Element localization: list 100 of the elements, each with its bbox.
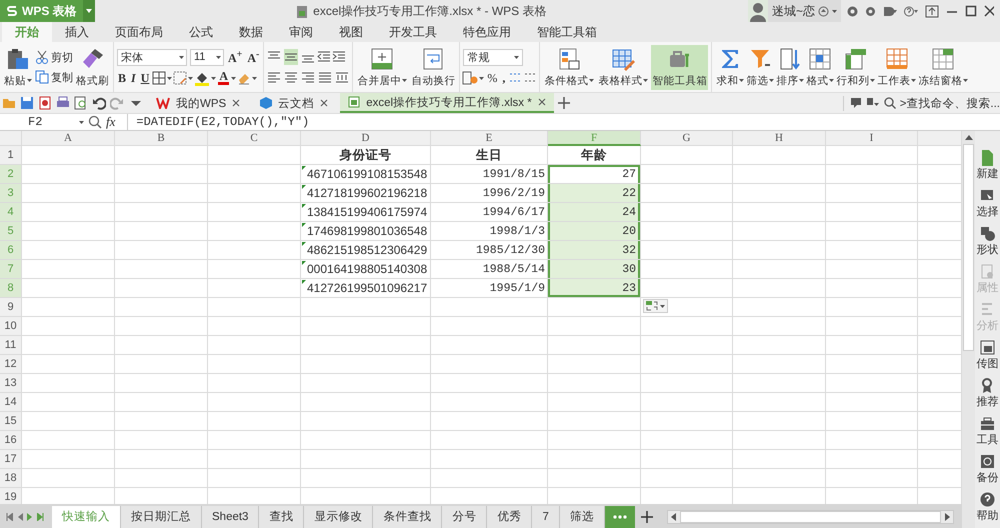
- row-header[interactable]: 16: [0, 431, 22, 450]
- caret-icon[interactable]: [167, 76, 172, 80]
- caret-icon[interactable]: [514, 56, 520, 58]
- caret-icon[interactable]: [643, 79, 648, 82]
- comma-style-button[interactable]: ,: [501, 70, 506, 86]
- close-icon[interactable]: [538, 98, 546, 106]
- column-header[interactable]: G: [641, 131, 733, 146]
- sheet-tab[interactable]: 显示修改: [304, 506, 374, 528]
- sheet-tab[interactable]: 条件查找: [373, 506, 442, 528]
- new-button[interactable]: 新建: [976, 149, 998, 180]
- cut-button[interactable]: 剪切: [35, 50, 73, 64]
- sort-button[interactable]: 排序: [775, 44, 806, 90]
- backup-button[interactable]: 备份: [976, 453, 998, 484]
- help-button[interactable]: 帮助: [976, 491, 998, 522]
- caret-icon[interactable]: [188, 76, 194, 80]
- search-icon[interactable]: [884, 97, 896, 109]
- vertical-scrollbar[interactable]: [962, 131, 975, 528]
- distribute-icon[interactable]: [335, 70, 350, 84]
- menu-tab[interactable]: 数据: [226, 22, 276, 42]
- zoom-icon[interactable]: [88, 115, 102, 129]
- grow-font-button[interactable]: A$^{+}$: [227, 48, 244, 66]
- number-format-select[interactable]: 常规: [463, 48, 524, 66]
- command-search-field[interactable]: >查找命令、搜索...: [900, 96, 1000, 110]
- caret-icon[interactable]: [799, 79, 804, 82]
- caret-icon[interactable]: [479, 76, 484, 80]
- grid-icon[interactable]: [808, 46, 832, 70]
- format-painter-button[interactable]: 格式刷: [75, 44, 110, 90]
- sheet-tab[interactable]: 查找: [259, 506, 304, 528]
- paintbrush-icon[interactable]: [80, 46, 104, 70]
- row-header[interactable]: 13: [0, 374, 22, 393]
- align-right-icon[interactable]: [301, 70, 316, 84]
- format-button[interactable]: 格式: [805, 44, 836, 90]
- increase-indent-icon[interactable]: [332, 50, 346, 64]
- paste-button[interactable]: 粘贴: [3, 44, 33, 90]
- sheet-tab[interactable]: 7: [532, 506, 560, 528]
- caret-icon[interactable]: [79, 120, 84, 124]
- row-header[interactable]: 9: [0, 298, 22, 317]
- caret-icon[interactable]: [911, 79, 916, 82]
- avatar-icon[interactable]: [748, 0, 768, 22]
- new-tab-icon[interactable]: [558, 97, 570, 109]
- menu-tab[interactable]: 特色应用: [450, 22, 524, 42]
- border-icon[interactable]: [152, 71, 166, 85]
- menu-tab[interactable]: 开发工具: [376, 22, 450, 42]
- skin-icon[interactable]: [847, 6, 858, 16]
- print-preview-icon[interactable]: [74, 96, 88, 110]
- justify-icon[interactable]: [318, 70, 332, 84]
- column-header[interactable]: D: [301, 131, 431, 146]
- caret-icon[interactable]: [660, 304, 665, 308]
- previous-sheet-icon[interactable]: [17, 512, 23, 520]
- row-header[interactable]: 18: [0, 469, 22, 488]
- column-header[interactable]: I: [826, 131, 918, 146]
- name-box[interactable]: F2: [0, 114, 88, 130]
- insert-function-button[interactable]: fx: [106, 114, 116, 130]
- menu-tab[interactable]: 审阅: [276, 22, 326, 42]
- column-header[interactable]: E: [431, 131, 548, 146]
- caret-icon[interactable]: [27, 79, 32, 82]
- caret-icon[interactable]: [870, 79, 876, 82]
- align-left-icon[interactable]: [267, 70, 282, 84]
- font-family-select[interactable]: 宋体: [117, 48, 187, 66]
- tools-button[interactable]: 工具: [976, 415, 998, 446]
- percent-button[interactable]: %: [486, 70, 498, 86]
- filter-button[interactable]: 筛选: [745, 44, 776, 90]
- caret-icon[interactable]: [211, 76, 216, 80]
- scroll-left-icon[interactable]: [670, 512, 676, 520]
- caret-icon[interactable]: [252, 76, 258, 80]
- caret-icon[interactable]: [216, 56, 221, 58]
- close-icon[interactable]: [984, 5, 994, 17]
- rows-columns-icon[interactable]: [844, 46, 868, 70]
- menu-tab[interactable]: 插入: [52, 22, 102, 42]
- sheet-tab[interactable]: 优秀: [487, 506, 532, 528]
- scroll-up-icon[interactable]: [964, 135, 972, 140]
- row-header[interactable]: 10: [0, 317, 22, 336]
- freeze-panes-button[interactable]: 冻结窗格: [917, 44, 970, 90]
- recommend-button[interactable]: 推荐: [976, 377, 998, 408]
- font-size-select[interactable]: 11: [190, 48, 224, 66]
- rows-columns-button[interactable]: 行和列: [835, 44, 876, 90]
- chat-icon[interactable]: [850, 97, 862, 109]
- caret-icon[interactable]: [829, 79, 834, 82]
- column-header[interactable]: C: [208, 131, 301, 146]
- copy-icon[interactable]: [35, 70, 49, 84]
- row-header[interactable]: 11: [0, 336, 22, 355]
- merge-center-button[interactable]: 合并居中: [356, 44, 408, 90]
- merge-cells-icon[interactable]: [370, 46, 394, 70]
- select-button[interactable]: 选择: [976, 187, 998, 218]
- column-header[interactable]: A: [22, 131, 115, 146]
- document-tab[interactable]: 我的WPS: [148, 93, 248, 113]
- export-pdf-icon[interactable]: [38, 96, 52, 110]
- freeze-grid-icon[interactable]: [931, 46, 956, 70]
- row-header[interactable]: 1: [0, 146, 22, 165]
- currency-icon[interactable]: [462, 71, 478, 85]
- caret-icon[interactable]: [832, 10, 837, 12]
- menu-tab[interactable]: 公式: [176, 22, 226, 42]
- user-menu-button[interactable]: 迷城~恋: [768, 0, 841, 22]
- decrease-indent-icon[interactable]: [317, 50, 332, 64]
- caret-icon[interactable]: [179, 56, 184, 58]
- shrink-font-button[interactable]: A$^{-}$: [246, 48, 260, 66]
- table-style-button[interactable]: 表格样式: [597, 44, 650, 90]
- column-header[interactable]: H: [733, 131, 826, 146]
- scroll-right-icon[interactable]: [945, 512, 950, 520]
- sort-icon[interactable]: [778, 46, 802, 70]
